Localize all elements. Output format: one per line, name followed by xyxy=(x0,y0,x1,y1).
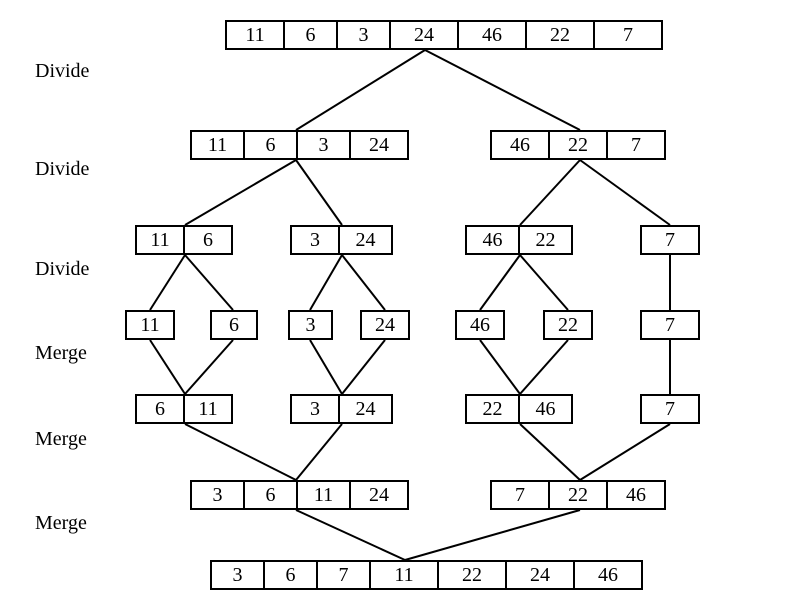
cell: 24 xyxy=(349,480,409,510)
label-divide-3: Divide xyxy=(35,258,89,281)
cell: 11 xyxy=(369,560,439,590)
cell: 24 xyxy=(389,20,459,50)
cell: 3 xyxy=(288,310,333,340)
cell: 22 xyxy=(548,130,608,160)
cell: 6 xyxy=(183,225,233,255)
cell: 22 xyxy=(518,225,573,255)
label-divide-1: Divide xyxy=(35,60,89,83)
cell: 46 xyxy=(457,20,527,50)
cell: 7 xyxy=(640,310,700,340)
cell: 6 xyxy=(283,20,338,50)
cell: 3 xyxy=(296,130,351,160)
cell: 24 xyxy=(338,394,393,424)
cell: 6 xyxy=(243,130,298,160)
cell: 24 xyxy=(360,310,410,340)
cell: 7 xyxy=(490,480,550,510)
cell: 46 xyxy=(573,560,643,590)
cell: 24 xyxy=(505,560,575,590)
cell: 3 xyxy=(210,560,265,590)
cell: 3 xyxy=(290,225,340,255)
cell: 22 xyxy=(525,20,595,50)
cell: 11 xyxy=(125,310,175,340)
cell: 7 xyxy=(606,130,666,160)
label-merge-2: Merge xyxy=(35,428,87,451)
cell: 24 xyxy=(349,130,409,160)
cell: 3 xyxy=(190,480,245,510)
cell: 11 xyxy=(225,20,285,50)
cell: 11 xyxy=(135,225,185,255)
connector-lines xyxy=(0,0,799,609)
cell: 6 xyxy=(263,560,318,590)
cell: 6 xyxy=(243,480,298,510)
cell: 7 xyxy=(316,560,371,590)
cell: 46 xyxy=(490,130,550,160)
cell: 22 xyxy=(548,480,608,510)
cell: 11 xyxy=(190,130,245,160)
cell: 7 xyxy=(640,225,700,255)
cell: 22 xyxy=(437,560,507,590)
cell: 6 xyxy=(210,310,258,340)
cell: 46 xyxy=(518,394,573,424)
cell: 22 xyxy=(543,310,593,340)
cell: 11 xyxy=(296,480,351,510)
cell: 22 xyxy=(465,394,520,424)
cell: 24 xyxy=(338,225,393,255)
cell: 3 xyxy=(290,394,340,424)
mergesort-diagram: Divide Divide Divide Merge Merge Merge 1… xyxy=(0,0,799,609)
cell: 7 xyxy=(640,394,700,424)
label-divide-2: Divide xyxy=(35,158,89,181)
label-merge-3: Merge xyxy=(35,512,87,535)
label-merge-1: Merge xyxy=(35,342,87,365)
cell: 7 xyxy=(593,20,663,50)
cell: 6 xyxy=(135,394,185,424)
cell: 11 xyxy=(183,394,233,424)
cell: 46 xyxy=(606,480,666,510)
cell: 3 xyxy=(336,20,391,50)
cell: 46 xyxy=(455,310,505,340)
cell: 46 xyxy=(465,225,520,255)
